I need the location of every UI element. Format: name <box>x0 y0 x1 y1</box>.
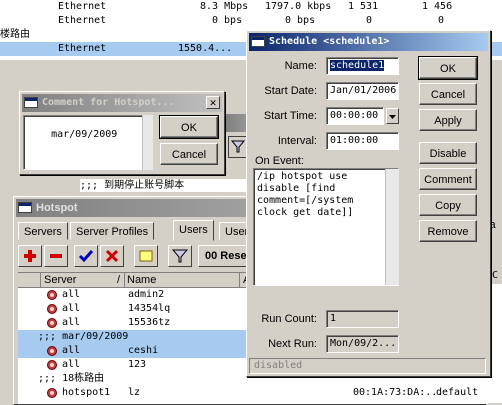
tx-rate: 8.3 Mbps <box>200 1 249 12</box>
header-corner <box>18 273 41 287</box>
cancel-button[interactable]: Cancel <box>160 143 218 165</box>
user-icon <box>47 304 57 314</box>
close-button[interactable]: ✕ <box>206 96 220 109</box>
rx-rate: 1797.0 kbps <box>265 1 332 12</box>
close-icon: ✕ <box>209 96 217 109</box>
disable-button[interactable] <box>100 245 124 267</box>
rx-packets: 1 456 <box>422 1 453 12</box>
rx-packets: 0 <box>438 15 445 26</box>
scrollbar[interactable] <box>142 115 153 170</box>
window-title: Hotspot <box>36 202 78 214</box>
comment-button[interactable] <box>134 245 158 267</box>
tab-servers[interactable]: Servers <box>18 222 68 240</box>
on-event-textarea[interactable]: /ip hotspot use disable [find comment=[/… <box>253 168 399 286</box>
apply-button[interactable]: Apply <box>419 109 477 131</box>
filter-button[interactable] <box>168 245 192 267</box>
column-header-name[interactable]: Name <box>124 273 240 287</box>
window-title: Schedule <schedule1> <box>269 36 390 47</box>
filter-icon <box>171 249 189 263</box>
interface-type: Ethernet <box>58 1 107 12</box>
disable-button[interactable]: Disable <box>419 142 477 164</box>
interval-field[interactable]: 01:00:00 <box>326 132 399 150</box>
window-icon <box>24 97 38 108</box>
run-count-label: Run Count: <box>261 313 317 325</box>
background-comment-row: ;;; 到期停止账号脚本 <box>80 179 250 192</box>
name-field[interactable]: schedule1 <box>326 57 399 75</box>
tx-rate: 1550.4... <box>178 43 233 54</box>
status-bar: disabled <box>249 358 486 374</box>
name-value: schedule1 <box>330 60 385 71</box>
tx-rate: 0 bps <box>212 15 243 26</box>
enable-button[interactable] <box>74 245 98 267</box>
add-button[interactable] <box>18 245 42 267</box>
window-icon <box>18 202 32 213</box>
next-run-label: Next Run: <box>268 338 317 350</box>
plus-icon <box>24 250 36 262</box>
schedule-dialog: Schedule <schedule1> Name: schedule1 Sta… <box>246 30 491 377</box>
scrollbar[interactable] <box>385 169 399 285</box>
start-time-label: Start Time: <box>263 110 317 122</box>
note-icon <box>139 250 153 262</box>
run-count-field: 1 <box>326 310 399 328</box>
comment-button[interactable]: Comment <box>419 168 477 190</box>
list-item[interactable]: Ethernet 0 bps 0 bps 0 0 <box>0 14 502 28</box>
comment-titlebar[interactable]: Comment for Hotspot... <box>22 94 222 112</box>
rx-rate: 0 bps <box>285 15 316 26</box>
check-icon <box>78 250 94 263</box>
name-label: Name: <box>284 60 317 72</box>
tab-server-profiles[interactable]: Server Profiles <box>70 222 155 240</box>
user-icon <box>47 318 57 328</box>
tx-packets: 1 531 <box>348 1 379 12</box>
start-date-field[interactable]: Jan/01/2006 <box>326 82 399 100</box>
ok-button[interactable]: OK <box>159 115 219 139</box>
remove-button[interactable] <box>44 245 68 267</box>
remove-button[interactable]: Remove <box>419 220 477 242</box>
user-icon <box>47 290 57 300</box>
start-time-field[interactable]: 00:00:00 <box>326 107 384 125</box>
minus-icon <box>50 254 62 258</box>
interval-label: Interval: <box>277 135 317 147</box>
comment-dialog: Comment for Hotspot... ✕ mar/09/2009 OK … <box>19 91 225 175</box>
start-date-label: Start Date: <box>264 85 317 97</box>
ok-button[interactable]: OK <box>418 56 478 80</box>
start-time-dropdown[interactable] <box>386 108 399 124</box>
tab-users[interactable]: Users <box>173 220 214 241</box>
interface-type: Ethernet <box>58 43 107 54</box>
schedule-titlebar[interactable]: Schedule <schedule1> <box>249 33 488 51</box>
user-icon <box>47 360 57 370</box>
group-label: 楼路由 <box>0 29 30 40</box>
window-icon <box>251 36 265 47</box>
tx-packets: 0 <box>366 15 373 26</box>
cancel-button[interactable]: Cancel <box>419 83 477 105</box>
list-item[interactable]: Ethernet 8.3 Mbps 1797.0 kbps 1 531 1 45… <box>0 0 502 14</box>
chevron-down-icon <box>389 115 396 119</box>
next-run-field: Mon/09/2... <box>326 335 399 353</box>
copy-button[interactable]: Copy <box>419 194 477 216</box>
interface-type: Ethernet <box>58 15 107 26</box>
comment-textarea[interactable]: mar/09/2009 <box>23 115 153 170</box>
user-icon <box>47 388 57 398</box>
on-event-label: On Event: <box>255 155 304 167</box>
user-icon <box>47 346 57 356</box>
column-header-server[interactable]: Server / <box>41 273 125 287</box>
sort-indicator: / <box>116 274 120 286</box>
table-row[interactable]: hotspot1 lz 00:1A:73:DA:... default <box>18 386 488 400</box>
x-icon <box>105 249 119 263</box>
window-title: Comment for Hotspot... <box>42 97 175 108</box>
